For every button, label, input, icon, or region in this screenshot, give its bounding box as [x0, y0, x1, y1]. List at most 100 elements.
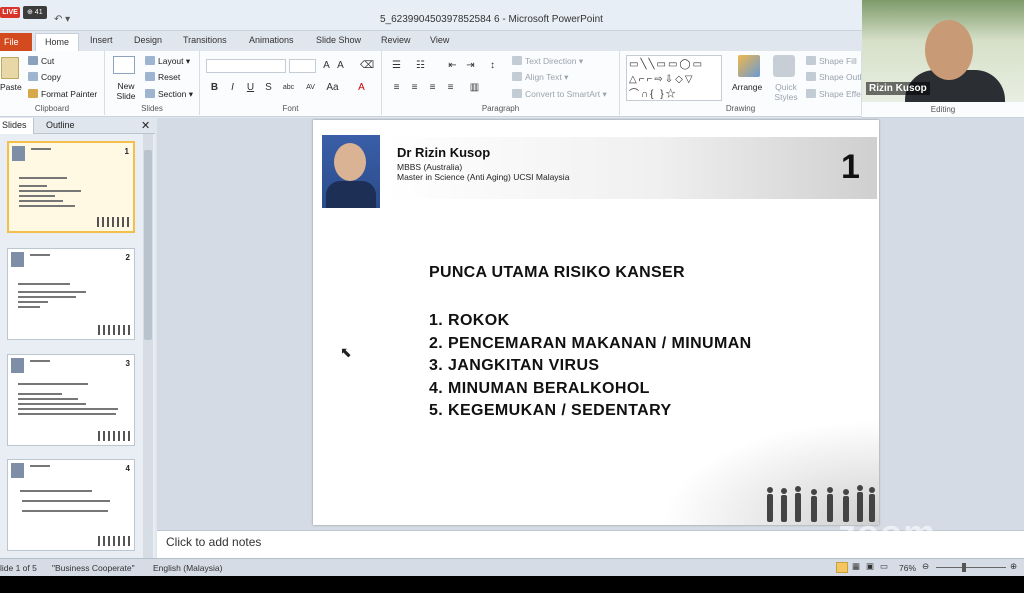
new-slide-button[interactable]: New Slide [111, 81, 141, 101]
zoom-out-icon[interactable]: ⊖ [922, 561, 929, 572]
thumb-people-image [98, 431, 130, 441]
char-spacing-icon[interactable]: AV [304, 82, 317, 94]
align-right-icon[interactable]: ≡ [426, 82, 439, 94]
change-case-icon[interactable]: Aa [326, 82, 339, 94]
slide-thumbnail[interactable]: 2 [7, 248, 135, 340]
tab-file[interactable]: File [0, 33, 32, 51]
slide-sorter-icon[interactable]: ▦ [852, 561, 860, 572]
reading-view-icon[interactable]: ▣ [866, 561, 874, 572]
font-name-input[interactable] [206, 59, 286, 73]
zoom-watermark: zoom [838, 512, 936, 553]
align-text-button[interactable]: Align Text ▾ [512, 72, 568, 83]
copy-label: Copy [41, 72, 61, 82]
theme-name[interactable]: "Business Cooperate" [52, 563, 135, 573]
thumb-line [18, 291, 86, 293]
justify-icon[interactable]: ≡ [444, 82, 457, 94]
layout-label: Layout [158, 56, 184, 66]
tab-view[interactable]: View [430, 35, 449, 45]
tab-outline[interactable]: Outline [46, 120, 75, 130]
quick-access-toolbar[interactable]: ↶ ▾ [54, 14, 84, 28]
numbering-icon[interactable]: ☷ [414, 60, 427, 72]
bottom-border [0, 576, 1024, 593]
slides-group-label: Slides [141, 104, 163, 113]
zoom-level[interactable]: 76% [899, 563, 916, 573]
tab-review[interactable]: Review [381, 35, 411, 45]
slideshow-icon[interactable]: ▭ [880, 561, 888, 572]
underline-icon[interactable]: U [244, 82, 257, 94]
line-spacing-icon[interactable]: ↕ [486, 60, 499, 72]
arrange-button[interactable]: Arrange [732, 82, 762, 92]
italic-icon[interactable]: I [226, 82, 239, 94]
close-panel-icon[interactable]: ✕ [141, 119, 150, 132]
shadow-icon[interactable]: S [262, 82, 275, 94]
language[interactable]: English (Malaysia) [153, 563, 222, 573]
thumb-line [18, 296, 76, 298]
section-icon [145, 89, 155, 98]
shrink-font-icon[interactable]: A [334, 60, 347, 72]
thumb-line [18, 393, 62, 395]
reset-icon [145, 72, 155, 81]
reset-button[interactable]: Reset [145, 72, 180, 82]
copy-button[interactable]: Copy [28, 72, 61, 82]
slide-presenter-name: Dr Rizin Kusop [397, 145, 491, 160]
zoom-slider[interactable] [936, 567, 1006, 568]
clipboard-group: Paste Cut Copy Format Painter Clipboard [0, 51, 105, 115]
list-item: 2. PENCEMARAN MAKANAN / MINUMAN [429, 334, 752, 352]
live-badge: LIVE [0, 7, 20, 18]
slide-thumbnail[interactable]: 1 [7, 141, 135, 233]
clear-formatting-icon[interactable]: ⌫ [360, 60, 374, 72]
tab-transitions[interactable]: Transitions [183, 35, 227, 45]
slide-thumbnail[interactable]: 4 [7, 459, 135, 551]
cut-button[interactable]: Cut [28, 56, 54, 66]
bullets-icon[interactable]: ☰ [390, 60, 403, 72]
font-color-icon[interactable]: A [355, 82, 368, 94]
text-direction-button[interactable]: Text Direction ▾ [512, 56, 583, 67]
tab-slides[interactable]: Slides [0, 118, 34, 134]
slide-credential: MBBS (Australia) [397, 162, 463, 172]
tab-insert[interactable]: Insert [90, 35, 113, 45]
convert-smartart-button[interactable]: Convert to SmartArt ▾ [512, 89, 607, 100]
shape-effects-button[interactable]: Shape Effe [806, 89, 861, 99]
shape-outline-button[interactable]: Shape Outl [806, 72, 862, 82]
participant-head [925, 20, 973, 80]
new-slide-icon[interactable] [113, 56, 135, 74]
paste-icon[interactable] [1, 57, 19, 79]
smartart-icon [512, 89, 522, 98]
thumb-photo [11, 463, 24, 478]
arrange-icon[interactable] [738, 55, 760, 77]
quick-styles-button[interactable]: Quick Styles [770, 82, 802, 102]
tab-slide-show[interactable]: Slide Show [316, 35, 361, 45]
brush-icon [28, 89, 38, 98]
increase-indent-icon[interactable]: ⇥ [464, 60, 477, 72]
section-button[interactable]: Section ▾ [145, 89, 193, 100]
thumb-line [18, 398, 78, 400]
quick-styles-icon[interactable] [773, 55, 795, 77]
zoom-slider-thumb[interactable] [962, 563, 966, 572]
format-painter-button[interactable]: Format Painter [28, 89, 97, 99]
font-size-input[interactable] [289, 59, 316, 73]
panel-tabs: Slides Outline ✕ [0, 118, 155, 134]
layout-button[interactable]: Layout ▾ [145, 56, 190, 67]
scrollbar-thumb[interactable] [144, 150, 152, 340]
thumb-line [18, 413, 116, 415]
align-text-label: Align Text [525, 72, 562, 82]
columns-icon[interactable]: ▥ [468, 82, 481, 94]
align-left-icon[interactable]: ≡ [390, 82, 403, 94]
strikethrough-icon[interactable]: abc [282, 82, 295, 94]
normal-view-icon[interactable] [836, 562, 848, 573]
shape-fill-button[interactable]: Shape Fill [806, 56, 857, 66]
bold-icon[interactable]: B [208, 82, 221, 94]
text-direction-label: Text Direction [525, 56, 577, 66]
tab-animations[interactable]: Animations [249, 35, 294, 45]
slide-thumbnail[interactable]: 3 [7, 354, 135, 446]
clipboard-group-label: Clipboard [34, 104, 70, 113]
tab-design[interactable]: Design [134, 35, 162, 45]
grow-font-icon[interactable]: A [320, 60, 333, 72]
shapes-gallery[interactable]: ▭╲╲▭▭◯▭ △⌐⌐⇨⇩◇▽ ⌒∩{ }☆ [626, 55, 722, 101]
notes-placeholder[interactable]: Click to add notes [166, 535, 261, 549]
tab-home[interactable]: Home [35, 33, 79, 51]
decrease-indent-icon[interactable]: ⇤ [446, 60, 459, 72]
align-center-icon[interactable]: ≡ [408, 82, 421, 94]
zoom-in-icon[interactable]: ⊕ [1010, 561, 1017, 572]
paste-button[interactable]: Paste [0, 82, 22, 92]
